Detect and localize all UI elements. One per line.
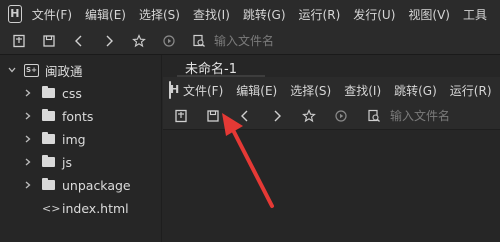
menu-view[interactable]: 视图(V) (408, 6, 450, 23)
tree-item-index-html[interactable]: <> index.html (34, 197, 129, 219)
tree-item-js[interactable]: js (22, 151, 72, 173)
tree-item-label: index.html (62, 200, 129, 216)
menu-tools[interactable]: 工具 (463, 6, 487, 23)
menu-goto[interactable]: 跳转(G) (394, 82, 437, 99)
menu-find[interactable]: 查找(I) (344, 82, 381, 99)
search-file-icon[interactable] (184, 28, 214, 54)
file-search (357, 103, 500, 129)
outer-toolbar (0, 28, 500, 54)
menu-file[interactable]: 文件(F) (32, 6, 72, 23)
tree-item-fonts[interactable]: fonts (22, 105, 93, 127)
menu-find[interactable]: 查找(I) (193, 6, 230, 23)
project-icon: S+ (24, 63, 39, 77)
folder-icon (42, 132, 55, 144)
folder-icon (42, 109, 55, 121)
editor-tab[interactable]: 未命名-1 (163, 55, 500, 77)
new-file-icon[interactable] (165, 103, 197, 129)
file-name-input[interactable] (390, 109, 500, 123)
inner-toolbar (163, 103, 500, 130)
save-icon[interactable] (197, 103, 229, 129)
project-root[interactable]: S+ 闽政通 (6, 59, 83, 81)
menu-run[interactable]: 运行(R) (450, 82, 492, 99)
menu-select[interactable]: 选择(S) (139, 6, 180, 23)
tree-item-label: fonts (62, 108, 94, 124)
chevron-right-icon[interactable] (22, 133, 34, 145)
new-file-icon[interactable] (4, 28, 34, 54)
tree-item-css[interactable]: css (22, 82, 82, 104)
forward-icon[interactable] (94, 28, 124, 54)
tree-item-unpackage[interactable]: unpackage (22, 174, 131, 196)
menu-edit[interactable]: 编辑(E) (236, 82, 277, 99)
inner-menu: 文件(F) 编辑(E) 选择(S) 查找(I) 跳转(G) 运行(R) (183, 82, 500, 99)
menu-file[interactable]: 文件(F) (183, 82, 223, 99)
hbuilder-logo-icon (8, 5, 22, 23)
tree-item-label: js (62, 154, 72, 170)
tree-item-label: css (62, 85, 82, 101)
back-icon[interactable] (64, 28, 94, 54)
folder-icon (42, 178, 55, 190)
forward-icon[interactable] (261, 103, 293, 129)
chevron-right-icon[interactable] (22, 179, 34, 191)
save-icon[interactable] (34, 28, 64, 54)
chevron-right-icon[interactable] (22, 87, 34, 99)
project-sidebar: S+ 闽政通 css fonts img js unpackage <> ind… (0, 55, 162, 242)
tree-item-label: unpackage (62, 177, 131, 193)
run-icon[interactable] (325, 103, 357, 129)
folder-icon (42, 155, 55, 167)
star-icon[interactable] (293, 103, 325, 129)
chevron-right-icon[interactable] (22, 156, 34, 168)
menu-publish[interactable]: 发行(U) (353, 6, 395, 23)
file-name-input[interactable] (214, 34, 364, 48)
code-file-icon: <> (42, 201, 61, 215)
project-name: 闽政通 (45, 63, 83, 79)
run-icon[interactable] (154, 28, 184, 54)
menu-select[interactable]: 选择(S) (290, 82, 331, 99)
chevron-right-icon[interactable] (22, 110, 34, 122)
folder-icon (42, 86, 55, 98)
tree-item-label: img (62, 131, 86, 147)
hbuilder-logo-icon (169, 81, 171, 99)
outer-menubar: 文件(F) 编辑(E) 选择(S) 查找(I) 跳转(G) 运行(R) 发行(U… (0, 0, 500, 28)
menu-run[interactable]: 运行(R) (299, 6, 341, 23)
tree-item-img[interactable]: img (22, 128, 86, 150)
editor-area[interactable] (163, 130, 500, 242)
star-icon[interactable] (124, 28, 154, 54)
outer-menu: 文件(F) 编辑(E) 选择(S) 查找(I) 跳转(G) 运行(R) 发行(U… (32, 6, 500, 23)
inner-menubar: 文件(F) 编辑(E) 选择(S) 查找(I) 跳转(G) 运行(R) (163, 77, 500, 103)
chevron-down-icon[interactable] (6, 64, 18, 76)
search-file-icon[interactable] (357, 103, 390, 129)
menu-goto[interactable]: 跳转(G) (243, 6, 286, 23)
file-search (184, 28, 364, 54)
menu-edit[interactable]: 编辑(E) (85, 6, 126, 23)
back-icon[interactable] (229, 103, 261, 129)
